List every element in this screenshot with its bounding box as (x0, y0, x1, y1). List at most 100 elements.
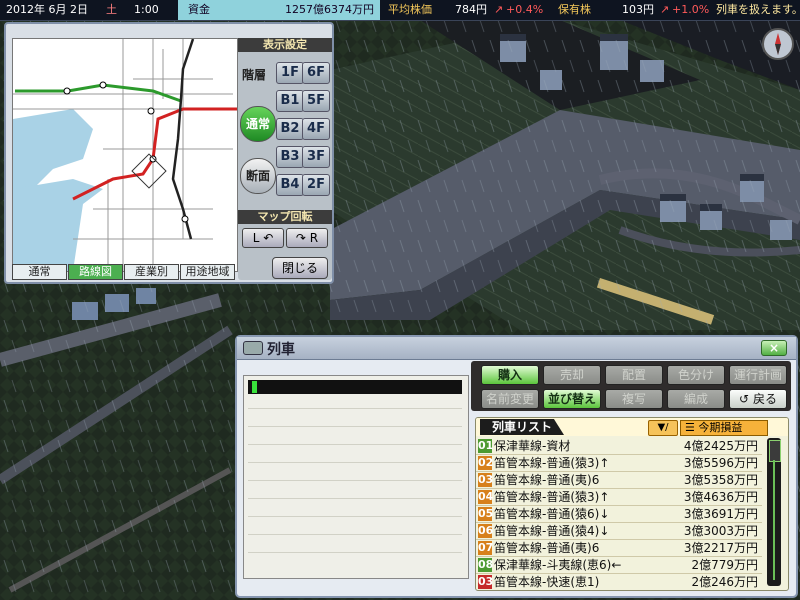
train-list-title: 列車リスト (480, 419, 564, 435)
list-icon: ☰ (685, 421, 695, 434)
floor-4f-button[interactable]: 4F (302, 118, 330, 140)
preview-selection-marker (252, 381, 257, 393)
train-row[interactable]: 05 笛管本線-普通(猿6)↓ 3億3691万円 (476, 506, 762, 523)
formation-button[interactable]: 編成 (667, 389, 725, 409)
minimap-panel: 通常 路線図 産業別 用途地域 表示設定 階層 1F 6F B1 5F B2 4… (4, 22, 334, 284)
route-map-drawing (13, 39, 237, 271)
train-row[interactable]: 04 笛管本線-普通(猿3)↑ 3億4636万円 (476, 489, 762, 506)
train-number: 03 (478, 575, 494, 589)
train-name: 笛管本線-快速(恵1) (494, 575, 600, 589)
train-row[interactable]: 03 笛管本線-普通(夷)6 3億5358万円 (476, 472, 762, 489)
avg-stock-change: +0.4% (506, 3, 544, 16)
place-button[interactable]: 配置 (605, 365, 663, 385)
train-name: 笛管本線-普通(夷)6 (494, 473, 600, 487)
floor-6f-button[interactable]: 6F (302, 62, 330, 84)
copy-button[interactable]: 複写 (605, 389, 663, 409)
map-display-settings: 表示設定 階層 1F 6F B1 5F B2 4F B3 3F B4 2F 通常… (238, 38, 332, 280)
sell-button[interactable]: 売却 (543, 365, 601, 385)
train-command-panel: 購入 売却 配置 色分け 運行計画 名前変更 並び替え 複写 編成 ↺ 戻る (471, 361, 791, 411)
floor-b4-button[interactable]: B4 (276, 174, 304, 196)
train-name: 保津華線-資材 (494, 439, 571, 453)
date-display: 2012年 6月 2日 (6, 3, 88, 16)
preview-divider (248, 480, 462, 481)
tab-industry[interactable]: 産業別 (124, 264, 179, 280)
holdings-change: +1.0% (672, 3, 710, 16)
train-row[interactable]: 03 笛管本線-快速(恵1) 2億246万円 (476, 574, 762, 590)
weekday-display: 土 (106, 3, 117, 16)
sort-button[interactable]: 並び替え (543, 389, 601, 409)
train-profit: 2億246万円 (691, 575, 758, 589)
train-row[interactable]: 07 笛管本線-普通(夷)6 3億2217万円 (476, 540, 762, 557)
rotate-left-icon: ↶ (263, 231, 274, 245)
buy-button[interactable]: 購入 (481, 365, 539, 385)
floor-1f-button[interactable]: 1F (276, 62, 304, 84)
status-message: 列車を扱えます。 (716, 3, 800, 16)
tab-normal[interactable]: 通常 (12, 264, 67, 280)
train-row[interactable]: 08 保津華線-斗夷線(恵6)← 2億779万円 (476, 557, 762, 574)
rotate-right-button[interactable]: ↷ R (286, 228, 328, 248)
train-number: 05 (478, 507, 494, 521)
profit-column-header[interactable]: ☰ 今期損益 (680, 420, 768, 436)
section-view-button[interactable]: 断面 (240, 158, 276, 194)
preview-divider (248, 516, 462, 517)
train-number: 01 (478, 439, 494, 453)
floor-b1-button[interactable]: B1 (276, 90, 304, 112)
tab-route-map[interactable]: 路線図 (68, 264, 123, 280)
holdings-change-arrow-icon: ↗ (660, 3, 670, 16)
scrollbar-thumb[interactable] (769, 440, 781, 462)
train-name: 笛管本線-普通(猿3)↑ (494, 490, 610, 504)
train-window-title: 列車 (267, 342, 295, 358)
schedule-button[interactable]: 運行計画 (729, 365, 787, 385)
train-name: 笛管本線-普通(猿4)↓ (494, 524, 610, 538)
train-preview-header (248, 380, 462, 394)
train-name: 笛管本線-普通(猿3)↑ (494, 456, 610, 470)
funds-label: 資金 (188, 3, 210, 16)
train-profit: 3億5596万円 (683, 456, 758, 470)
floor-2f-button[interactable]: 2F (302, 174, 330, 196)
close-map-button[interactable]: 閉じる (272, 257, 328, 279)
preview-divider (248, 498, 462, 499)
route-map[interactable] (12, 38, 238, 272)
train-name: 笛管本線-普通(夷)6 (494, 541, 600, 555)
floor-label: 階層 (242, 68, 267, 82)
train-number: 02 (478, 456, 494, 470)
train-row[interactable]: 01 保津華線-資材 4億2425万円 (476, 438, 762, 455)
compass-icon[interactable] (762, 28, 794, 60)
funds-box: 資金 1257億6374万円 (178, 0, 380, 20)
train-name: 保津華線-斗夷線(恵6)← (494, 558, 622, 572)
train-number: 08 (478, 558, 494, 572)
train-list-scrollbar[interactable] (767, 438, 781, 586)
close-icon[interactable]: × (761, 340, 787, 356)
rename-button[interactable]: 名前変更 (481, 389, 539, 409)
train-profit: 3億4636万円 (683, 490, 758, 504)
preview-divider (248, 534, 462, 535)
sort-order-button[interactable]: ▼/ (648, 420, 678, 436)
train-window-titlebar[interactable]: 列車 × (237, 337, 796, 360)
floor-5f-button[interactable]: 5F (302, 90, 330, 112)
holdings-label: 保有株 (558, 3, 591, 16)
floor-b3-button[interactable]: B3 (276, 146, 304, 168)
preview-divider (248, 444, 462, 445)
normal-view-button[interactable]: 通常 (240, 106, 276, 142)
back-button[interactable]: ↺ 戻る (729, 389, 787, 409)
avg-stock-label: 平均株価 (388, 3, 432, 16)
train-number: 04 (478, 490, 494, 504)
train-row[interactable]: 02 笛管本線-普通(猿3)↑ 3億5596万円 (476, 455, 762, 472)
train-row[interactable]: 06 笛管本線-普通(猿4)↓ 3億3003万円 (476, 523, 762, 540)
tab-zoning[interactable]: 用途地域 (180, 264, 235, 280)
train-icon (243, 341, 263, 355)
rotate-left-button[interactable]: L ↶ (242, 228, 284, 248)
preview-divider (248, 552, 462, 553)
train-number: 06 (478, 524, 494, 538)
train-profit: 3億3691万円 (683, 507, 758, 521)
color-code-button[interactable]: 色分け (667, 365, 725, 385)
train-list-panel: 列車リスト ▼/ ☰ 今期損益 01 保津華線-資材 4億2425万円 02 笛… (475, 417, 789, 591)
train-profit: 3億5358万円 (683, 473, 758, 487)
profit-column-label: 今期損益 (698, 421, 743, 434)
train-list-header: 列車リスト ▼/ ☰ 今期損益 (476, 418, 788, 436)
floor-3f-button[interactable]: 3F (302, 146, 330, 168)
rotate-right-icon: ↷ (295, 231, 306, 245)
floor-b2-button[interactable]: B2 (276, 118, 304, 140)
train-profit: 4億2425万円 (683, 439, 758, 453)
scrollbar-rail (773, 460, 775, 580)
